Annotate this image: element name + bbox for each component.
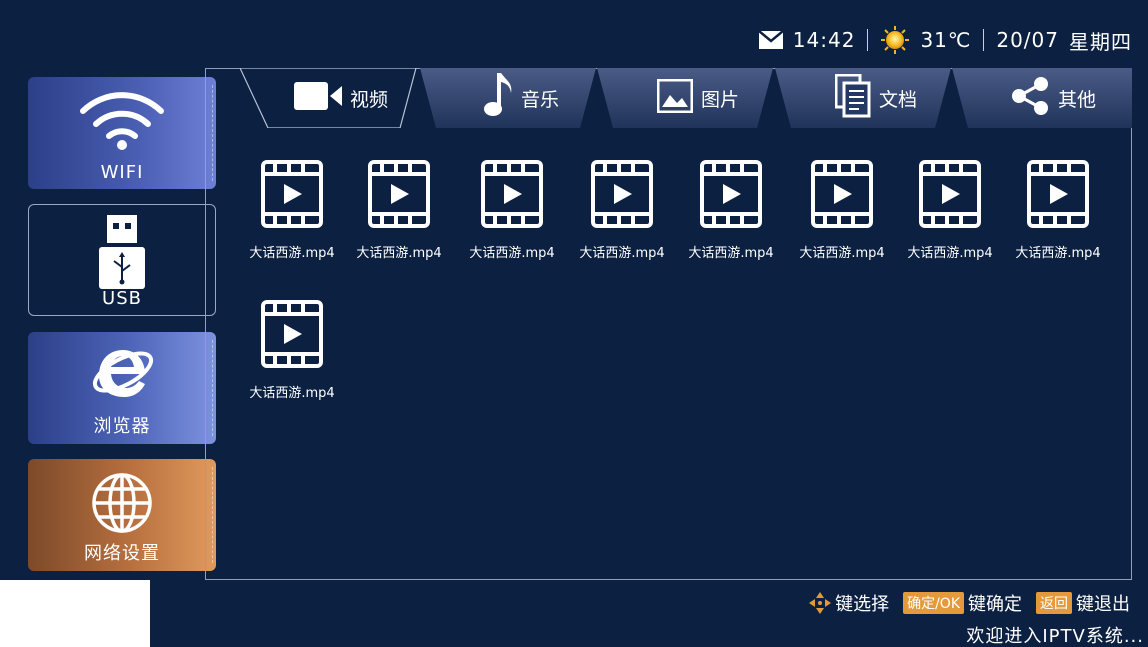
content-frame: [205, 68, 1132, 580]
file-item[interactable]: 大话西游.mp4: [462, 160, 562, 270]
status-divider: [867, 29, 869, 51]
video-file-icon: [919, 160, 981, 232]
sidebar-item-label: WIFI: [100, 162, 144, 183]
mail-icon[interactable]: [758, 31, 783, 49]
file-name: 大话西游.mp4: [1015, 246, 1101, 261]
tab-label: 图片: [700, 88, 739, 111]
tab-bar: 视频 音乐 图片 文档 其他: [240, 68, 1132, 128]
tab-other[interactable]: 其他: [952, 68, 1148, 128]
footer: 键选择 确定/OK 键确定 返回 键退出 欢迎进入IPTV系统...: [0, 580, 1148, 647]
video-file-icon: [261, 160, 323, 232]
tab-documents[interactable]: 文档: [775, 68, 977, 128]
file-item[interactable]: 大话西游.mp4: [681, 160, 781, 270]
tab-label: 其他: [1057, 88, 1096, 111]
tab-music[interactable]: 音乐: [420, 68, 622, 128]
file-name: 大话西游.mp4: [579, 246, 665, 261]
file-name: 大话西游.mp4: [799, 246, 885, 261]
video-file-icon: [700, 160, 762, 232]
file-name: 大话西游.mp4: [469, 246, 555, 261]
temperature: 31℃: [920, 28, 972, 52]
select-hint: 键选择: [835, 594, 890, 615]
share-icon: [1010, 76, 1050, 121]
wifi-icon: [77, 89, 167, 155]
file-name: 大话西游.mp4: [249, 386, 335, 401]
video-file-icon: [368, 160, 430, 232]
sidebar-item-label: 网络设置: [84, 543, 160, 564]
video-file-icon: [591, 160, 653, 232]
file-name: 大话西游.mp4: [356, 246, 442, 261]
file-item[interactable]: 大话西游.mp4: [792, 160, 892, 270]
usb-icon: [97, 215, 147, 295]
file-item[interactable]: 大话西游.mp4: [242, 300, 342, 410]
ie-browser-icon: [89, 340, 155, 410]
music-note-icon: [483, 72, 513, 124]
file-item[interactable]: 大话西游.mp4: [900, 160, 1000, 270]
document-icon: [834, 73, 871, 123]
status-divider: [983, 29, 985, 51]
picture-icon: [656, 78, 694, 118]
date: 20/07: [996, 28, 1059, 52]
file-name: 大话西游.mp4: [249, 246, 335, 261]
sun-icon: [880, 25, 910, 55]
tab-label: 音乐: [520, 88, 559, 111]
clock-time: 14:42: [792, 28, 856, 52]
welcome-message: 欢迎进入IPTV系统...: [966, 626, 1144, 647]
back-hint: 键退出: [1076, 594, 1130, 615]
sidebar-item-usb[interactable]: USB: [28, 204, 216, 316]
video-camera-icon: [293, 81, 342, 115]
key-hints: 键选择 确定/OK 键确定 返回 键退出: [809, 590, 1130, 616]
file-name: 大话西游.mp4: [688, 246, 774, 261]
tab-pictures[interactable]: 图片: [597, 68, 799, 128]
video-file-icon: [1027, 160, 1089, 232]
status-bar: 14:42 31℃ 20/07 星期四: [758, 24, 1132, 56]
iptv-screen: 14:42 31℃ 20/07 星期四 WIFI USB 浏览器 网络设置 视频…: [0, 0, 1148, 647]
file-item[interactable]: 大话西游.mp4: [1008, 160, 1108, 270]
sidebar-item-network-settings[interactable]: 网络设置: [28, 459, 216, 571]
file-item[interactable]: 大话西游.mp4: [242, 160, 342, 270]
back-key-badge: 返回: [1036, 592, 1072, 614]
file-item[interactable]: 大话西游.mp4: [349, 160, 449, 270]
tab-label: 视频: [349, 88, 388, 111]
dpad-icon: [809, 592, 832, 614]
ok-key-badge: 确定/OK: [903, 592, 964, 614]
sidebar-item-label: 浏览器: [93, 416, 151, 437]
file-item[interactable]: 大话西游.mp4: [572, 160, 672, 270]
corner-mask: [0, 580, 150, 647]
tab-video[interactable]: 视频: [240, 68, 442, 128]
weekday: 星期四: [1069, 29, 1132, 54]
sidebar-item-browser[interactable]: 浏览器: [28, 332, 216, 444]
globe-icon: [90, 471, 154, 539]
file-name: 大话西游.mp4: [907, 246, 993, 261]
ok-hint: 键确定: [968, 594, 1022, 615]
sidebar-item-wifi[interactable]: WIFI: [28, 77, 216, 189]
tab-label: 文档: [878, 88, 917, 111]
video-file-icon: [481, 160, 543, 232]
video-file-icon: [811, 160, 873, 232]
video-file-icon: [261, 300, 323, 372]
